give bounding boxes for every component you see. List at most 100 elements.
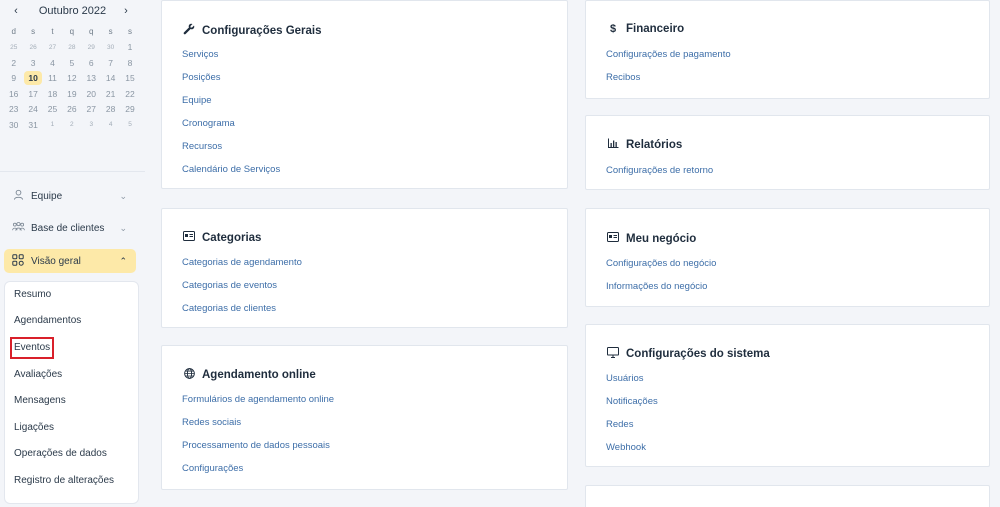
sidebar-subpanel: Resumo Agendamentos Eventos Avaliações M…: [4, 281, 139, 504]
sidebar-item-base-de-clientes[interactable]: Base de clientes ⌄: [4, 216, 136, 240]
link-formularios-de-agendamento-online[interactable]: Formulários de agendamento online: [182, 393, 334, 406]
sidebar: ‹ Outubro 2022 › d s t q q s s 25 26 27 …: [0, 0, 145, 507]
weekday-label: s: [31, 27, 36, 37]
link-recibos[interactable]: Recibos: [606, 71, 640, 84]
subitem-mensagens[interactable]: Mensagens: [14, 394, 66, 408]
card-financeiro: $ Financeiro Configurações de pagamento …: [585, 0, 990, 99]
link-processamento-de-dados-pessoais[interactable]: Processamento de dados pessoais: [182, 439, 330, 452]
calendar-day[interactable]: 26: [62, 104, 81, 114]
calendar-day[interactable]: 18: [43, 89, 62, 99]
link-redes[interactable]: Redes: [606, 418, 633, 431]
link-informacoes-do-negocio[interactable]: Informações do negócio: [606, 280, 707, 293]
link-usuarios[interactable]: Usuários: [606, 372, 644, 385]
card-configuracoes-gerais: Configurações Gerais Serviços Posições E…: [161, 0, 568, 189]
calendar-week: 30 31 1 2 3 4 5: [4, 117, 140, 133]
calendar-day[interactable]: 16: [4, 89, 23, 99]
calendar-day[interactable]: 17: [23, 89, 42, 99]
calendar-day[interactable]: 5: [62, 58, 81, 68]
calendar-day[interactable]: 5: [120, 121, 139, 128]
calendar-day[interactable]: 3: [82, 121, 101, 128]
calendar-day[interactable]: 9: [4, 73, 23, 83]
bar-chart-icon: [606, 138, 620, 151]
calendar-day[interactable]: 28: [62, 44, 81, 51]
calendar-week: 25 26 27 28 29 30 1: [4, 40, 140, 56]
calendar-day[interactable]: 29: [120, 104, 139, 114]
link-configuracoes-de-retorno[interactable]: Configurações de retorno: [606, 164, 713, 177]
link-configuracoes[interactable]: Configurações: [182, 462, 243, 475]
calendar-day[interactable]: 28: [101, 104, 120, 114]
calendar-week: 23 24 25 26 27 28 29: [4, 102, 140, 118]
link-equipe[interactable]: Equipe: [182, 94, 212, 107]
calendar-day[interactable]: 8: [120, 58, 139, 68]
card-categorias: Categorias Categorias de agendamento Cat…: [161, 208, 568, 328]
link-notificacoes[interactable]: Notificações: [606, 395, 658, 408]
calendar-day[interactable]: 27: [43, 44, 62, 51]
calendar-day[interactable]: 1: [120, 42, 139, 52]
calendar-day-today[interactable]: 10: [24, 71, 42, 86]
sidebar-item-visao-geral[interactable]: Visão geral ⌃: [4, 249, 136, 273]
link-cronograma[interactable]: Cronograma: [182, 117, 235, 130]
calendar-day[interactable]: 7: [101, 58, 120, 68]
link-redes-sociais[interactable]: Redes sociais: [182, 416, 241, 429]
calendar-day[interactable]: 4: [101, 121, 120, 128]
calendar-day[interactable]: 23: [4, 104, 23, 114]
subitem-resumo[interactable]: Resumo: [14, 288, 51, 302]
calendar-day[interactable]: 13: [82, 73, 101, 83]
calendar-day[interactable]: 15: [120, 73, 139, 83]
link-posicoes[interactable]: Posições: [182, 71, 221, 84]
calendar-day[interactable]: 25: [4, 44, 23, 51]
calendar-day[interactable]: 21: [101, 89, 120, 99]
link-categorias-de-agendamento[interactable]: Categorias de agendamento: [182, 256, 302, 269]
id-card-icon: [606, 232, 620, 245]
chevron-down-icon: ⌄: [119, 222, 127, 233]
chevron-left-icon[interactable]: ‹: [11, 5, 21, 17]
calendar-day[interactable]: 27: [82, 104, 101, 114]
calendar-day[interactable]: 1: [43, 121, 62, 128]
card-relatorios: Relatórios Configurações de retorno: [585, 115, 990, 190]
subitem-eventos[interactable]: Eventos: [9, 337, 55, 359]
calendar-day[interactable]: 26: [23, 44, 42, 51]
chevron-right-icon[interactable]: ›: [121, 5, 131, 17]
subitem-avaliacoes[interactable]: Avaliações: [14, 368, 62, 382]
sidebar-item-equipe[interactable]: Equipe ⌄: [4, 184, 136, 208]
calendar-day[interactable]: 12: [62, 73, 81, 83]
calendar-day[interactable]: 30: [4, 120, 23, 130]
card-title-label: Categorias: [202, 231, 262, 244]
weekday-label: q: [89, 27, 94, 37]
calendar-day[interactable]: 24: [23, 104, 42, 114]
calendar-day[interactable]: 31: [23, 120, 42, 130]
link-webhook[interactable]: Webhook: [606, 441, 646, 454]
calendar-day[interactable]: 19: [62, 89, 81, 99]
card-title: Meu negócio: [606, 232, 696, 245]
calendar-day[interactable]: 29: [82, 44, 101, 51]
link-calendario-de-servicos[interactable]: Calendário de Serviços: [182, 163, 280, 176]
calendar-weekday-row: d s t q q s s: [4, 24, 140, 40]
calendar-day[interactable]: 14: [101, 73, 120, 83]
subitem-ligacoes[interactable]: Ligações: [14, 421, 54, 435]
calendar-day[interactable]: 20: [82, 89, 101, 99]
calendar-day[interactable]: 30: [101, 44, 120, 51]
calendar-day[interactable]: 2: [62, 121, 81, 128]
link-categorias-de-eventos[interactable]: Categorias de eventos: [182, 279, 277, 292]
subitem-agendamentos[interactable]: Agendamentos: [14, 314, 81, 328]
calendar-day[interactable]: 11: [43, 73, 62, 83]
link-recursos[interactable]: Recursos: [182, 140, 222, 153]
subitem-operacoes-de-dados[interactable]: Operações de dados: [14, 447, 107, 461]
calendar-week: 2 3 4 5 6 7 8: [4, 55, 140, 71]
link-servicos[interactable]: Serviços: [182, 48, 218, 61]
sidebar-item-label: Equipe: [31, 190, 63, 202]
subitem-registro-de-alteracoes[interactable]: Registro de alterações: [14, 474, 114, 488]
calendar-day[interactable]: 6: [82, 58, 101, 68]
id-card-icon: [182, 231, 196, 244]
calendar-day[interactable]: 2: [4, 58, 23, 68]
link-configuracoes-do-negocio[interactable]: Configurações do negócio: [606, 257, 716, 270]
card-title: Relatórios: [606, 138, 682, 151]
link-configuracoes-de-pagamento[interactable]: Configurações de pagamento: [606, 48, 731, 61]
calendar-day[interactable]: 25: [43, 104, 62, 114]
calendar-day[interactable]: 3: [23, 58, 42, 68]
link-categorias-de-clientes[interactable]: Categorias de clientes: [182, 302, 276, 315]
calendar-day[interactable]: 22: [120, 89, 139, 99]
calendar-day[interactable]: 4: [43, 58, 62, 68]
sidebar-item-label: Visão geral: [31, 255, 81, 267]
globe-icon: [182, 368, 196, 382]
